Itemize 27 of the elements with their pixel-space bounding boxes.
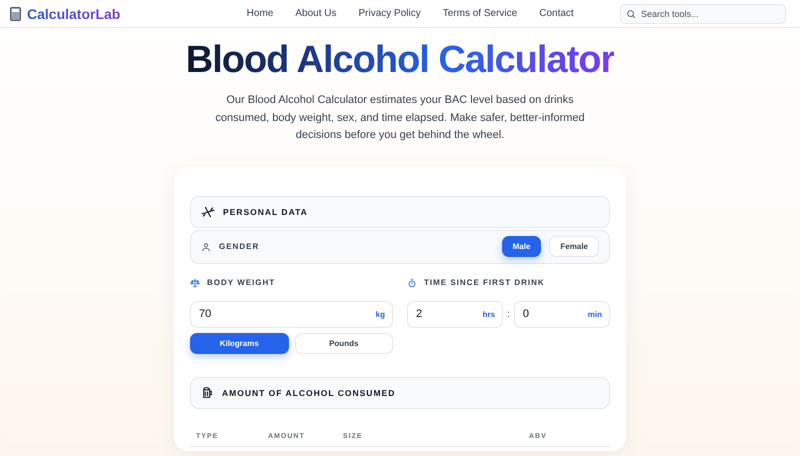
nav-link[interactable]: Privacy Policy	[358, 8, 421, 19]
unit-label: hrs	[482, 310, 496, 318]
calculator-icon	[10, 6, 21, 20]
gender-option[interactable]: Female	[549, 236, 599, 257]
field-label: GENDER	[219, 242, 260, 251]
nav-link[interactable]: About Us	[295, 8, 336, 19]
stopwatch-icon	[407, 278, 417, 288]
nav-link[interactable]: Contact	[539, 8, 574, 19]
field-label: TIME SINCE FIRST DRINK	[424, 278, 545, 287]
person-icon	[201, 242, 211, 252]
site-logo[interactable]: CalculatorLab	[27, 6, 120, 22]
search-field[interactable]: Search tools...	[620, 4, 786, 24]
section-title: PERSONAL DATA	[223, 206, 308, 216]
nav-link[interactable]: Terms of Service	[442, 8, 518, 19]
unit-label: min	[588, 310, 602, 318]
unit-option[interactable]: Kilograms	[190, 332, 288, 354]
section-title: AMOUNT OF ALCOHOL CONSUMED	[222, 388, 396, 398]
page-description: Our Blood Alcohol Calculator estimates your BAC level based on drinks consumed, body weight, sex, and time elapsed. Make safer, better-informed decisions before you get behind the wheel.	[214, 93, 586, 143]
search-icon	[626, 8, 636, 18]
unit-label: kg	[376, 310, 385, 318]
scale-icon	[190, 278, 200, 288]
unit-option[interactable]: Pounds	[294, 332, 393, 354]
time-separator: :	[507, 308, 510, 320]
beer-mug-icon	[201, 386, 214, 399]
field-label: BODY WEIGHT	[207, 278, 276, 287]
nav-link[interactable]: Home	[246, 8, 274, 19]
gender-option[interactable]: Male	[502, 236, 542, 257]
